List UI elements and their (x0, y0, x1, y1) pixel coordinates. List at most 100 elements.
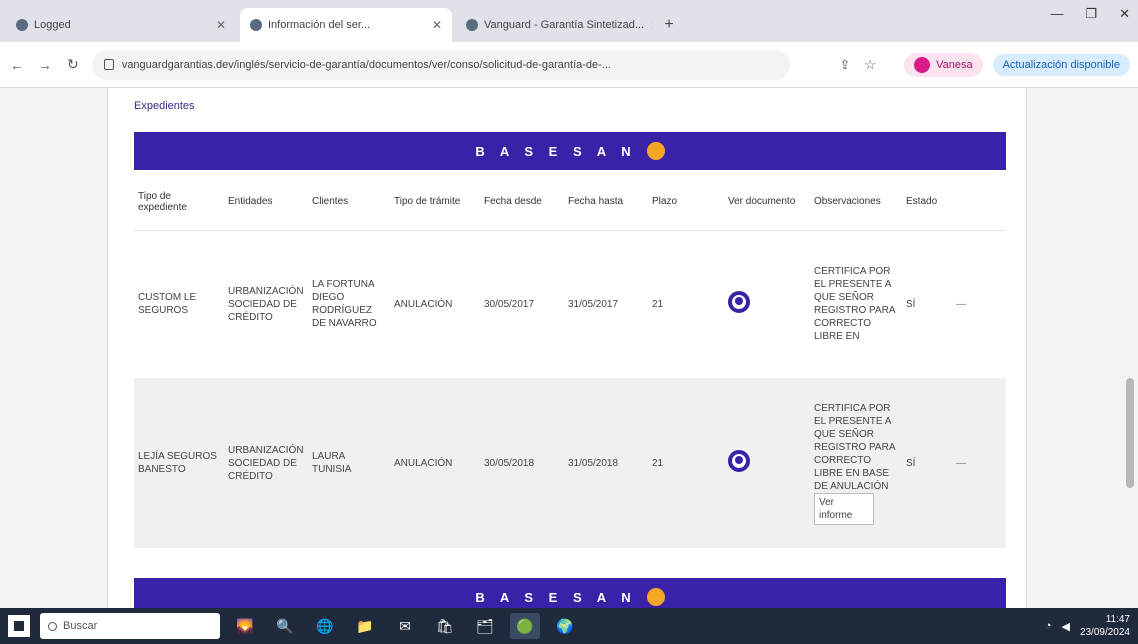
new-tab-button[interactable]: + (656, 12, 682, 38)
browser-tab[interactable]: Logged ✕ (6, 8, 236, 42)
table-row: LEJÍA SEGUROS BANESTO URBANIZACIÓN SOCIE… (134, 378, 1006, 548)
tab-favicon-icon (466, 19, 478, 31)
cell-hasta: 31/05/2017 (564, 230, 648, 378)
close-window-button[interactable]: ✕ (1119, 6, 1130, 22)
cell-desde: 30/05/2018 (480, 378, 564, 548)
browser-tab-strip: Logged ✕ Información del ser... ✕ Vangua… (0, 0, 1138, 42)
cell-cliente: LA FORTUNA DIEGO RODRÍGUEZ DE NAVARRO (308, 230, 390, 378)
clock-time: 11:47 (1105, 614, 1130, 625)
clock-date: 23/09/2024 (1079, 627, 1130, 638)
sun-logo-icon (646, 142, 665, 160)
page-sheet: Expedientes B A S E S A N Tipo de expedi… (107, 88, 1027, 608)
address-bar[interactable]: vanguardgarantias.dev/inglés/servicio-de… (91, 49, 790, 80)
taskbar-app-edge-icon[interactable]: 🌐 (310, 613, 340, 639)
cell-plazo: 21 (648, 230, 724, 378)
profile-name: Vanesa (936, 58, 973, 71)
window-controls: — ❐ ✕ (1050, 6, 1130, 22)
tab-favicon-icon (16, 19, 28, 31)
col-header-desde[interactable]: Fecha desde (480, 174, 564, 231)
header-banner: B A S E S A N (134, 132, 1006, 170)
cell-estado: SÍ (902, 230, 952, 378)
browser-tab-active[interactable]: Información del ser... ✕ (240, 8, 452, 42)
taskbar-search-placeholder: Buscar (63, 620, 98, 632)
taskbar-search[interactable]: Buscar (40, 613, 220, 639)
banner-label: B A S E S A N (475, 143, 637, 159)
col-header-entidades[interactable]: Entidades (224, 174, 308, 231)
cell-desde: 30/05/2017 (480, 230, 564, 378)
page-scrollbar[interactable] (1126, 378, 1134, 488)
view-document-icon[interactable] (728, 291, 750, 314)
minimize-button[interactable]: — (1050, 6, 1063, 22)
col-header-clientes[interactable]: Clientes (308, 174, 390, 231)
cell-tipo: LEJÍA SEGUROS BANESTO (134, 378, 224, 548)
tab-title: Información del ser... (268, 19, 371, 31)
back-button[interactable]: ← (8, 57, 26, 73)
col-header-acciones (952, 174, 1006, 231)
taskbar-app-folder-icon[interactable]: 📁 (350, 613, 380, 639)
expedientes-table: Tipo de expediente Entidades Clientes Ti… (134, 174, 1006, 548)
profile-button[interactable]: Vanesa (904, 52, 983, 77)
cell-observaciones: CERTIFICA POR EL PRESENTE A QUE SEÑOR RE… (810, 230, 902, 378)
taskbar-clock[interactable]: 11:47 23/09/2024 (1080, 613, 1130, 639)
wifi-icon[interactable]: ◔ (1045, 620, 1052, 632)
tab-close-icon[interactable]: ✕ (650, 18, 652, 32)
cell-observaciones: CERTIFICA POR EL PRESENTE A QUE SEÑOR RE… (810, 378, 902, 548)
bookmark-star-icon[interactable]: ☆ (864, 57, 876, 73)
col-header-tipo[interactable]: Tipo de expediente (134, 174, 224, 231)
tab-title: Logged (34, 19, 71, 31)
cell-plazo: 21 (648, 378, 724, 548)
search-icon (48, 621, 57, 631)
cell-accion[interactable]: — (952, 378, 1006, 548)
taskbar-app-chrome-icon[interactable]: 🟢 (510, 613, 540, 639)
cell-tramite: ANULACIÓN (390, 230, 480, 378)
taskbar-app-search-icon[interactable]: 🔍 (270, 613, 300, 639)
cell-accion[interactable]: — (952, 230, 1006, 378)
address-url: vanguardgarantias.dev/inglés/servicio-de… (121, 58, 611, 71)
section-title: Expedientes (134, 100, 195, 112)
reload-button[interactable]: ↻ (64, 56, 82, 73)
volume-icon[interactable]: ◀ (1061, 620, 1069, 633)
sun-logo-icon (646, 588, 665, 606)
windows-start-icon[interactable] (8, 615, 30, 637)
taskbar-app-globe-icon[interactable]: 🌍 (550, 613, 580, 639)
cell-cliente: LAURA TUNISIA (308, 378, 390, 548)
taskbar-app-mail-icon[interactable]: ✉ (390, 613, 420, 639)
col-header-observaciones[interactable]: Observaciones (810, 174, 902, 231)
maximize-button[interactable]: ❐ (1085, 6, 1097, 22)
cell-tipo: CUSTOM LE SEGUROS (134, 230, 224, 378)
col-header-estado[interactable]: Estado (902, 174, 952, 231)
share-icon[interactable]: ⇪ (840, 57, 851, 73)
tab-close-icon[interactable]: ✕ (432, 18, 442, 32)
table-header-row: Tipo de expediente Entidades Clientes Ti… (134, 174, 1006, 231)
taskbar-app-store-icon[interactable]: 🛍 (430, 613, 460, 639)
cell-tramite: ANULACIÓN (390, 378, 480, 548)
col-header-documento[interactable]: Ver documento (724, 174, 810, 231)
lock-icon (103, 59, 114, 70)
tab-favicon-icon (250, 19, 262, 31)
cell-documento (724, 230, 810, 378)
taskbar-app-landscape-icon[interactable]: 🌄 (230, 613, 260, 639)
cell-hasta: 31/05/2018 (564, 378, 648, 548)
footer-banner: B A S E S A N (134, 578, 1006, 608)
taskbar: Buscar 🌄 🔍 🌐 📁 ✉ 🛍 🗂 🟢 🌍 ◔ ◀ 11:47 23/09… (0, 608, 1138, 644)
col-header-plazo[interactable]: Plazo (648, 174, 724, 231)
browser-tab[interactable]: Vanguard - Garantía Sintetizad... ✕ (456, 8, 652, 42)
cell-entidad: URBANIZACIÓN SOCIEDAD DE CRÉDITO (224, 230, 308, 378)
avatar (914, 56, 931, 73)
cell-entidad: URBANIZACIÓN SOCIEDAD DE CRÉDITO (224, 378, 308, 548)
toolbar-icons: ⇪ ☆ (840, 57, 877, 73)
banner-label: B A S E S A N (475, 589, 637, 605)
view-document-icon[interactable] (728, 450, 750, 472)
col-header-tramite[interactable]: Tipo de trámite (390, 174, 480, 231)
page-viewport: Expedientes B A S E S A N Tipo de expedi… (0, 88, 1138, 608)
forward-button[interactable]: → (36, 57, 54, 73)
observacion-edit-field[interactable]: Ver informe (814, 492, 874, 525)
taskbar-app-files-icon[interactable]: 🗂 (470, 613, 500, 639)
tab-close-icon[interactable]: ✕ (216, 18, 226, 32)
col-header-hasta[interactable]: Fecha hasta (564, 174, 648, 231)
update-button[interactable]: Actualización disponible (992, 53, 1130, 76)
tab-title: Vanguard - Garantía Sintetizad... (484, 19, 644, 31)
observacion-text: CERTIFICA POR EL PRESENTE A QUE SEÑOR RE… (814, 402, 895, 492)
cell-estado: SÍ (902, 378, 952, 548)
browser-toolbar: ← → ↻ vanguardgarantias.dev/inglés/servi… (0, 42, 1138, 88)
